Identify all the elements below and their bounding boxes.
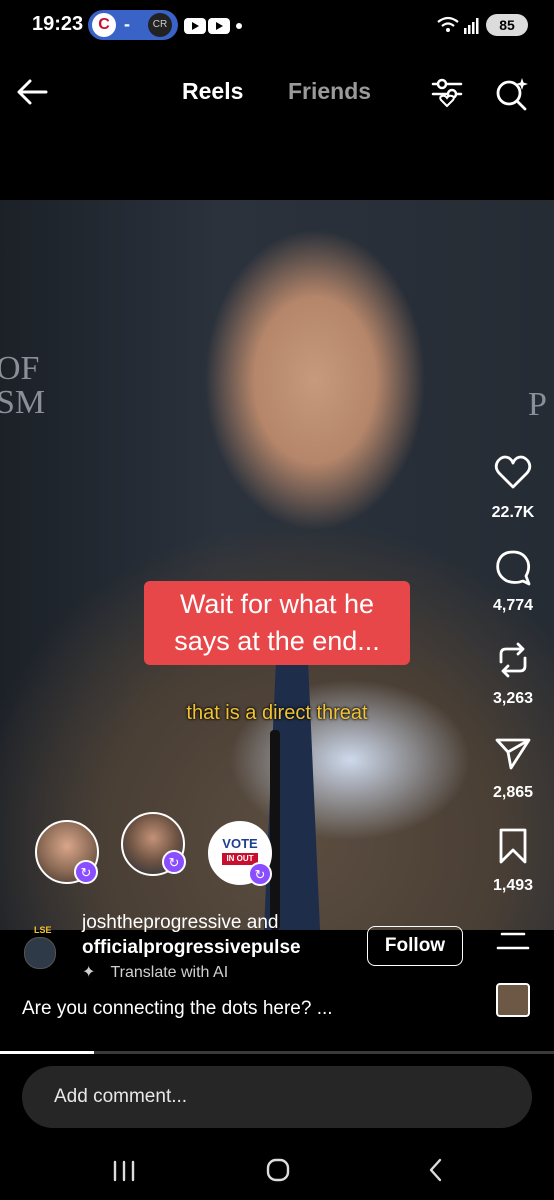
comment-bubble-icon[interactable]: [493, 548, 533, 588]
save-count: 1,493: [492, 877, 534, 894]
score-dash: -: [124, 14, 130, 34]
status-time: 19:23: [32, 13, 84, 35]
translate-ai-icon: ✦: [82, 964, 96, 981]
back-nav-icon[interactable]: [422, 1150, 452, 1190]
translate-label: Translate with AI: [110, 964, 229, 981]
collaborator-username[interactable]: officialprogressivepulse: [82, 937, 301, 959]
search-sparkle-icon[interactable]: [494, 76, 530, 112]
tab-reels[interactable]: Reels: [182, 78, 243, 105]
microphone-stand: [270, 730, 280, 930]
youtube-notification-icon: [208, 18, 230, 34]
owner-username[interactable]: joshtheprogressive: [82, 912, 241, 933]
caption-line-2: says at the end...: [174, 626, 380, 656]
background-banner-text: OF SM: [0, 352, 45, 420]
owner-conjunction: and: [246, 912, 279, 933]
battery-indicator: 85: [486, 14, 528, 36]
more-notifications-dot-icon: [236, 23, 242, 29]
post-description[interactable]: Are you connecting the dots here? ...: [22, 998, 333, 1020]
tab-friends[interactable]: Friends: [288, 78, 371, 105]
translate-row[interactable]: ✦ Translate with AI: [82, 962, 228, 982]
remix-icon: ↻: [248, 862, 272, 886]
like-count: 22.7K: [491, 504, 535, 521]
speaker-tie: [264, 660, 320, 930]
owner-line: joshtheprogressive and: [82, 912, 278, 934]
share-count: 2,865: [492, 784, 534, 801]
reel-video[interactable]: OF SM P: [0, 200, 554, 930]
reds-logo-icon: C: [92, 13, 116, 37]
video-subtitle: that is a direct threat: [186, 702, 368, 724]
remix-icon: ↻: [162, 850, 186, 874]
banner-text-right: P: [528, 386, 547, 423]
save-bookmark-icon[interactable]: [493, 826, 533, 866]
rockies-logo-icon: CR: [148, 13, 172, 37]
comment-count: 4,774: [492, 597, 534, 614]
owner-avatar[interactable]: [24, 937, 56, 969]
youtube-notification-icon: [184, 18, 206, 34]
status-bar: 19:23 C - CR 85: [0, 0, 554, 50]
banner-text-left: OF SM: [0, 350, 46, 421]
wifi-signal-icon: [437, 16, 479, 34]
follow-button[interactable]: Follow: [367, 926, 463, 966]
repost-count: 3,263: [492, 690, 534, 707]
caption-line-1: Wait for what he: [179, 589, 375, 619]
video-progress-fill: [0, 1051, 95, 1054]
remix-icon: ↻: [74, 860, 98, 884]
video-caption-banner: Wait for what he says at the end...: [144, 581, 410, 665]
vote-logo-text: VOTE: [222, 836, 258, 851]
home-icon[interactable]: [264, 1150, 294, 1190]
more-menu-icon[interactable]: [496, 930, 530, 952]
share-send-icon[interactable]: [493, 734, 533, 774]
repost-icon[interactable]: [493, 640, 533, 680]
filter-heart-icon[interactable]: [430, 76, 464, 110]
owner-avatar-badge: LSE: [34, 925, 52, 935]
comment-placeholder: Add comment...: [54, 1086, 188, 1107]
back-arrow-icon[interactable]: [16, 78, 48, 106]
audio-thumbnail[interactable]: [496, 983, 530, 1017]
recent-apps-icon[interactable]: [110, 1150, 140, 1190]
like-heart-icon[interactable]: [493, 452, 533, 492]
